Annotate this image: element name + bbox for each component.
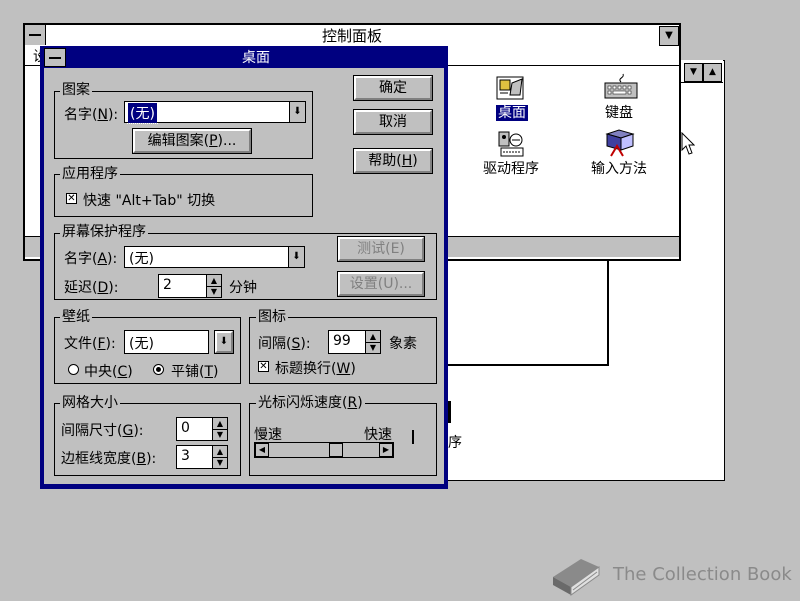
- icon-spacing-spin-buttons[interactable]: ▲ ▼: [365, 331, 380, 353]
- desktop-icon-label[interactable]: 桌面: [467, 102, 557, 122]
- drivers-icon[interactable]: [496, 128, 528, 160]
- delay-unit: 分钟: [229, 280, 257, 296]
- help-button[interactable]: 帮助(H): [353, 148, 433, 174]
- mouse-pointer-icon: [681, 131, 696, 160]
- border-width-value: 3: [181, 448, 190, 464]
- granularity-value: 0: [181, 420, 190, 436]
- book-icon: [547, 551, 601, 597]
- border-width-label: 边框线宽度(B):: [61, 451, 157, 467]
- control-panel-title: 控制面板: [25, 25, 679, 48]
- icons-group-label: 图标: [256, 309, 288, 325]
- fast-label: 快速: [364, 427, 392, 443]
- input-method-icon[interactable]: [603, 128, 637, 160]
- granularity-label: 间隔尺寸(G):: [61, 423, 144, 439]
- test-button[interactable]: 测试(E): [337, 236, 425, 262]
- wallpaper-file-label: 文件(F):: [64, 336, 116, 352]
- maximize-arrow-icon: ▲: [709, 67, 716, 77]
- minimize-arrow-icon: ▼: [665, 30, 673, 41]
- screensaver-name-value: (无): [129, 251, 154, 267]
- screensaver-name-label: 名字(A):: [64, 251, 118, 267]
- icon-spacing-unit: 象素: [389, 336, 417, 352]
- back-window-maximize-button[interactable]: ▲: [703, 63, 722, 82]
- scroll-left-icon[interactable]: ◀: [255, 443, 269, 457]
- blink-preview-caret: [412, 430, 414, 444]
- wrap-title-label[interactable]: 标题换行(W): [275, 358, 356, 378]
- tile-label[interactable]: 平铺(T): [171, 361, 219, 381]
- icon-spacing-spinner[interactable]: 99 ▲ ▼: [328, 330, 381, 354]
- input-method-icon-label[interactable]: 输入方法: [574, 158, 664, 178]
- wallpaper-file-input[interactable]: (无): [124, 330, 209, 354]
- delay-spin-buttons[interactable]: ▲ ▼: [206, 275, 221, 297]
- screensaver-group-label: 屏幕保护程序: [60, 224, 148, 240]
- keyboard-icon[interactable]: [603, 72, 639, 102]
- fast-switch-checkbox[interactable]: ✕: [66, 193, 77, 204]
- blink-rate-slider[interactable]: ◀ ▶: [254, 442, 394, 458]
- keyboard-icon-label[interactable]: 键盘: [574, 102, 664, 122]
- control-panel-minimize-button[interactable]: ▼: [659, 26, 679, 46]
- tile-radio[interactable]: [153, 364, 164, 375]
- slow-label: 慢速: [254, 427, 282, 443]
- combo-arrow-icon[interactable]: ⬇: [214, 330, 234, 354]
- slider-thumb[interactable]: [329, 443, 344, 457]
- dialog-system-menu-button[interactable]: [44, 48, 66, 67]
- dialog-title: 桌面: [242, 50, 270, 66]
- control-panel-system-menu-button[interactable]: [25, 25, 46, 45]
- delay-label: 延迟(D):: [64, 280, 119, 296]
- pattern-name-label: 名字(N):: [64, 107, 119, 123]
- watermark-text: The Collection Book: [613, 564, 792, 585]
- pattern-name-value: (无): [127, 102, 158, 124]
- cancel-button[interactable]: 取消: [353, 109, 433, 135]
- delay-spinner[interactable]: 2 ▲ ▼: [158, 274, 222, 298]
- fast-switch-label: 快速 "Alt+Tab" 切换: [83, 193, 216, 209]
- screensaver-name-combo[interactable]: (无) ⬇: [124, 246, 305, 268]
- icon-spacing-value: 99: [333, 333, 351, 349]
- back-window-minimize-button[interactable]: ▼: [684, 63, 703, 82]
- combo-arrow-icon[interactable]: ⬇: [288, 247, 304, 267]
- edit-pattern-button[interactable]: 编辑图案(P)...: [132, 128, 252, 154]
- grid-group-label: 网格大小: [60, 395, 120, 411]
- wallpaper-file-value: (无): [129, 336, 154, 352]
- spin-down-icon[interactable]: ▼: [366, 342, 380, 353]
- spin-down-icon[interactable]: ▼: [207, 286, 221, 297]
- granularity-spin-buttons[interactable]: ▲ ▼: [212, 418, 227, 440]
- pattern-group-label: 图案: [60, 82, 92, 98]
- scroll-right-icon[interactable]: ▶: [379, 443, 393, 457]
- icon-spacing-label: 间隔(S):: [258, 336, 311, 352]
- spin-down-icon[interactable]: ▼: [213, 429, 227, 440]
- center-label[interactable]: 中央(C): [84, 361, 133, 381]
- border-width-spinner[interactable]: 3 ▲ ▼: [176, 445, 228, 469]
- combo-arrow-icon[interactable]: ⬇: [289, 102, 305, 122]
- setup-button[interactable]: 设置(U)...: [337, 271, 425, 297]
- ok-button[interactable]: 确定: [353, 75, 433, 101]
- wrap-title-checkbox[interactable]: ✕: [258, 361, 269, 372]
- minimize-arrow-icon: ▼: [690, 67, 697, 77]
- border-width-spin-buttons[interactable]: ▲ ▼: [212, 446, 227, 468]
- spin-down-icon[interactable]: ▼: [213, 457, 227, 468]
- granularity-spinner[interactable]: 0 ▲ ▼: [176, 417, 228, 441]
- wallpaper-group-label: 壁纸: [60, 309, 92, 325]
- desktop-icon[interactable]: [494, 73, 528, 103]
- delay-value: 2: [163, 277, 172, 293]
- back-window-partial-label: 序: [448, 435, 462, 451]
- center-radio[interactable]: [68, 364, 79, 375]
- cursor-blink-group-label: 光标闪烁速度(R): [256, 395, 365, 411]
- drivers-icon-label[interactable]: 驱动程序: [466, 158, 556, 178]
- applications-group-label: 应用程序: [60, 166, 120, 182]
- pattern-name-combo[interactable]: (无) ⬇: [124, 101, 306, 124]
